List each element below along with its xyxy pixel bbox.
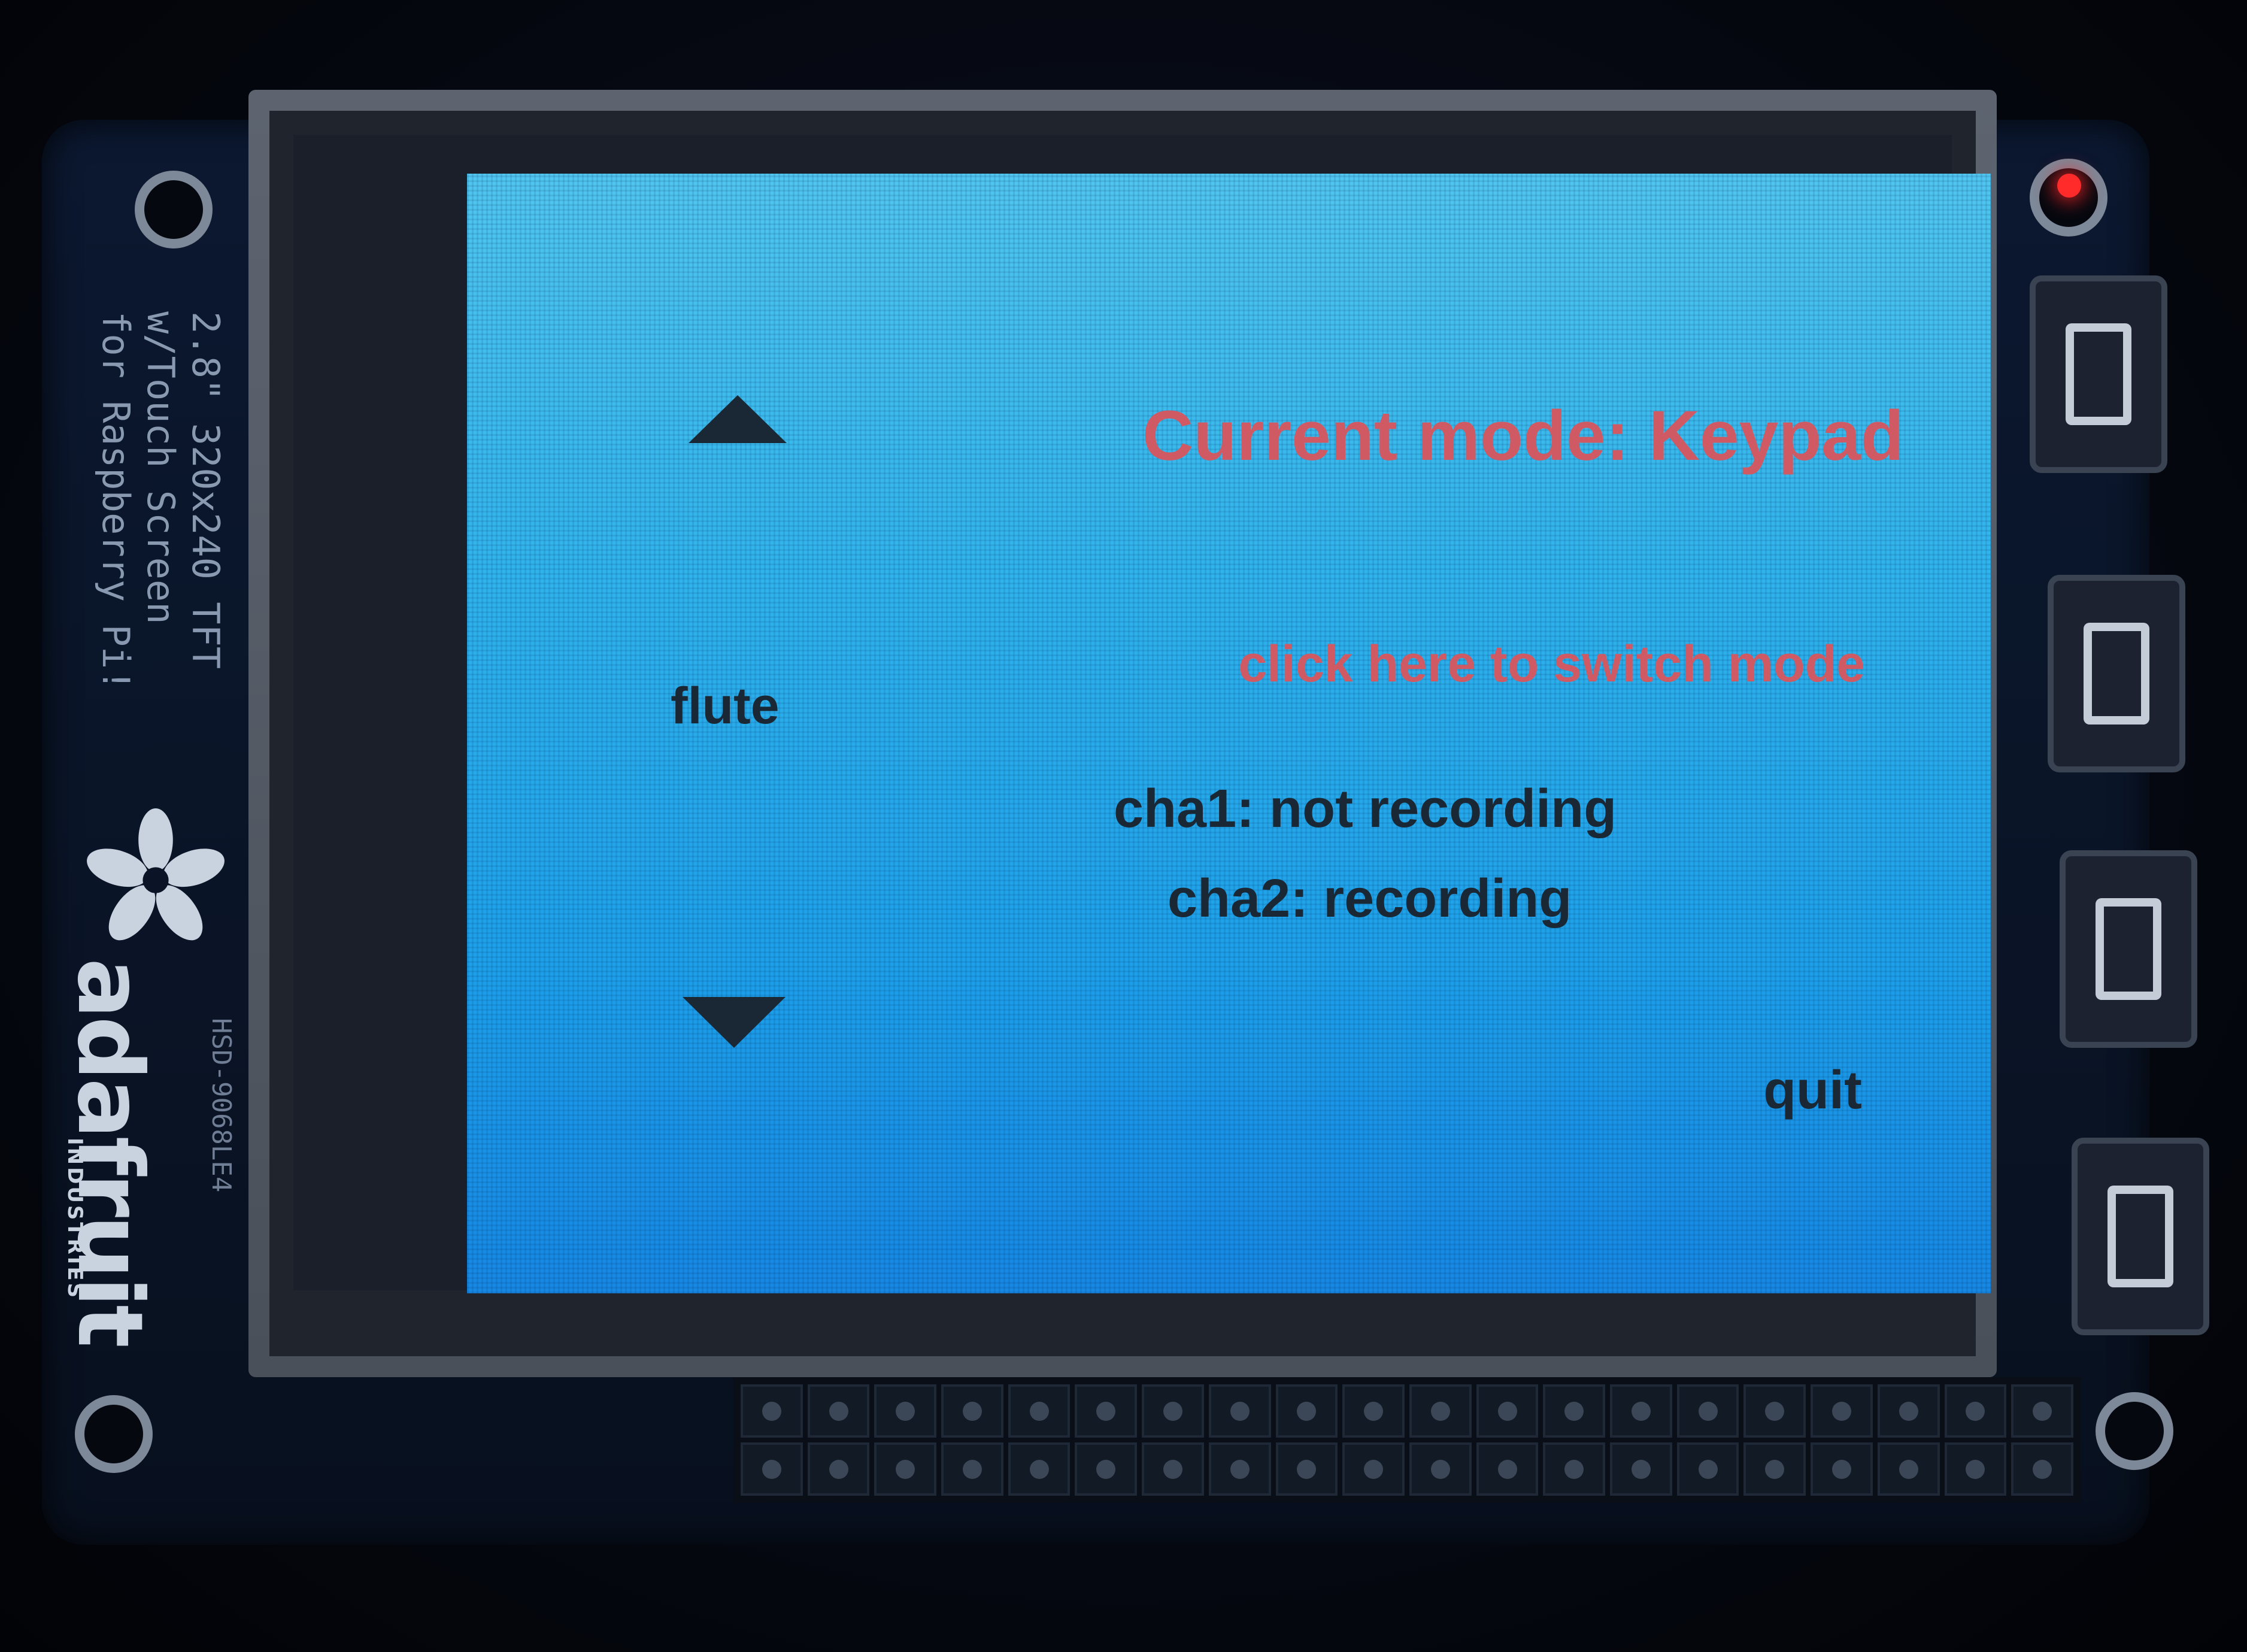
adafruit-flower-logo (87, 808, 225, 941)
mount-hole-top-right (2030, 159, 2107, 237)
silkscreen-line-1: 2.8" 320x240 TFT (184, 311, 228, 669)
scroll-down-arrow-icon[interactable] (683, 997, 786, 1048)
current-mode-title: Current mode: Keypad (1142, 396, 1904, 475)
instrument-label[interactable]: flute (671, 677, 780, 736)
tactile-button-4[interactable] (2072, 1138, 2209, 1335)
tactile-button-3[interactable] (2060, 850, 2197, 1048)
silkscreen-line-3: for Raspberry Pi! (94, 311, 138, 692)
quit-button[interactable]: quit (1763, 1060, 1862, 1121)
tactile-button-1[interactable] (2030, 275, 2167, 473)
display-model-text: HSD-9068LE4 (206, 1018, 236, 1193)
mount-hole-bottom-right (2096, 1392, 2173, 1470)
photo-scene: 2.8" 320x240 TFT w/Touch Screen for Rasp… (0, 0, 2247, 1652)
mount-hole-bottom-left (75, 1395, 153, 1473)
tactile-button-2[interactable] (2048, 575, 2185, 772)
switch-mode-button[interactable]: click here to switch mode (1238, 635, 1865, 694)
scroll-up-arrow-icon[interactable] (689, 395, 787, 443)
power-led (2057, 174, 2081, 198)
mount-hole-top-left (135, 171, 213, 248)
channel-1-status[interactable]: cha1: not recording (1114, 778, 1617, 840)
brand-sub-text: INDUSTRIES (63, 1138, 87, 1301)
channel-2-status[interactable]: cha2: recording (1168, 868, 1572, 930)
silkscreen-line-2: w/Touch Screen (139, 311, 183, 625)
gpio-header (733, 1377, 2081, 1503)
lcd-screen: Current mode: Keypad click here to switc… (467, 174, 1991, 1293)
